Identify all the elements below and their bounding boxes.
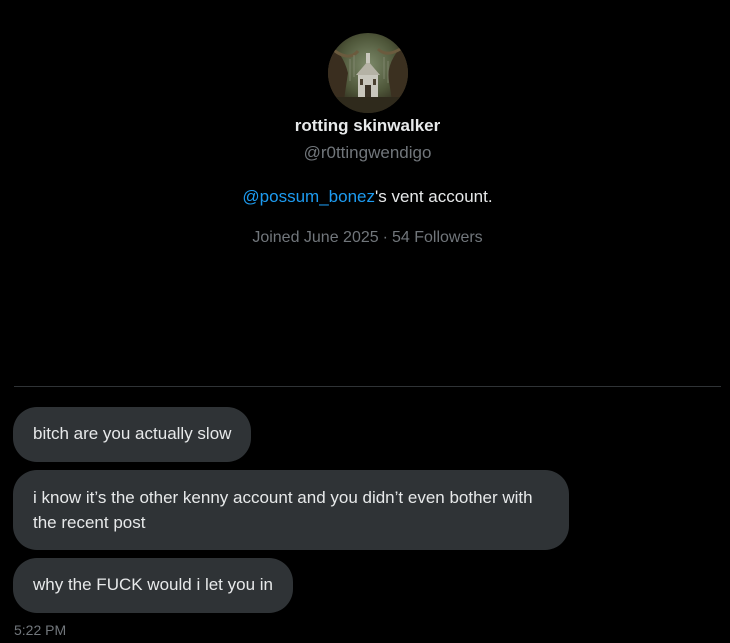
avatar-image <box>328 33 408 113</box>
followers-link[interactable]: 54 Followers <box>392 229 483 246</box>
message-timestamp: 5:22 PM <box>14 622 67 638</box>
profile-meta: Joined June 2025 · 54 Followers <box>0 227 730 249</box>
message-text: bitch are you actually slow <box>33 424 232 443</box>
bio: @possum_bonez's vent account. <box>0 186 730 208</box>
message-text: i know it’s the other kenny account and … <box>33 488 533 532</box>
message-bubble[interactable]: i know it’s the other kenny account and … <box>13 470 569 550</box>
meta-separator: · <box>382 229 388 246</box>
message-bubble[interactable]: bitch are you actually slow <box>13 407 252 462</box>
joined-date: Joined June 2025 <box>252 229 379 246</box>
avatar[interactable] <box>328 33 408 113</box>
bio-mention-link[interactable]: @possum_bonez <box>242 187 375 206</box>
message-text: why the FUCK would i let you in <box>33 575 273 594</box>
bio-text: 's vent account. <box>374 187 493 206</box>
display-name[interactable]: rotting skinwalker <box>0 115 730 137</box>
message-bubble[interactable]: why the FUCK would i let you in <box>13 558 293 613</box>
divider <box>14 386 721 387</box>
handle[interactable]: @r0ttingwendigo <box>0 142 730 164</box>
